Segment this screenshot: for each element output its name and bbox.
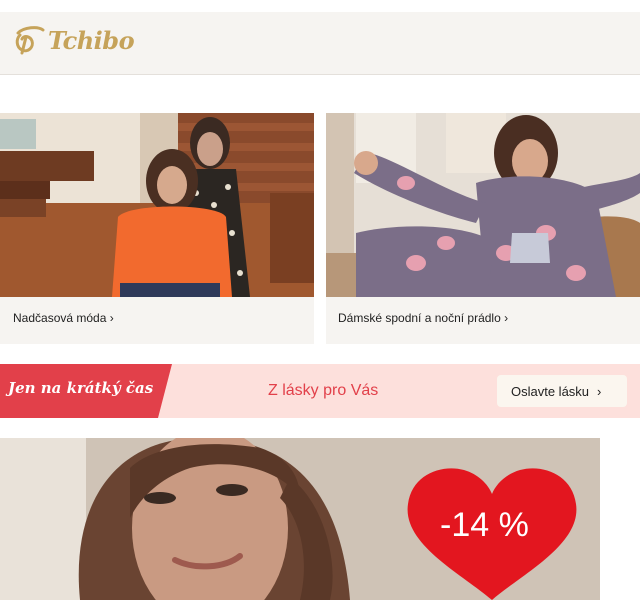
chevron-right-icon: ›: [597, 383, 602, 399]
two-women-sweater-dress-photo: [0, 113, 314, 297]
woman-pajamas-sofa-photo: [326, 113, 640, 297]
category-card-lingerie-nightwear[interactable]: Dámské spodní a noční prádlo ›: [326, 113, 640, 344]
logo-wordmark: Tchibo: [48, 25, 135, 55]
promo-tag: Jen na krátký čas: [0, 364, 172, 418]
tchibo-logo[interactable]: Tchibo: [12, 25, 135, 55]
tchibo-bean-icon: [15, 26, 45, 55]
site-header: Tchibo: [0, 12, 640, 75]
discount-text: -14 %: [440, 506, 529, 544]
promo-headline: Z lásky pro Vás: [268, 382, 379, 399]
category-card-timeless-fashion[interactable]: Nadčasová móda ›: [0, 113, 314, 344]
promo-banner[interactable]: Jen na krátký čas Z lásky pro Vás Oslavt…: [0, 364, 640, 418]
celebrate-love-button[interactable]: Oslavte lásku ›: [497, 375, 627, 407]
button-label: Oslavte lásku: [511, 383, 590, 399]
card-label[interactable]: Dámské spodní a noční prádlo ›: [338, 311, 508, 325]
promo-tag-text: Jen na krátký čas: [8, 379, 154, 397]
card-label[interactable]: Nadčasová móda ›: [13, 311, 114, 325]
